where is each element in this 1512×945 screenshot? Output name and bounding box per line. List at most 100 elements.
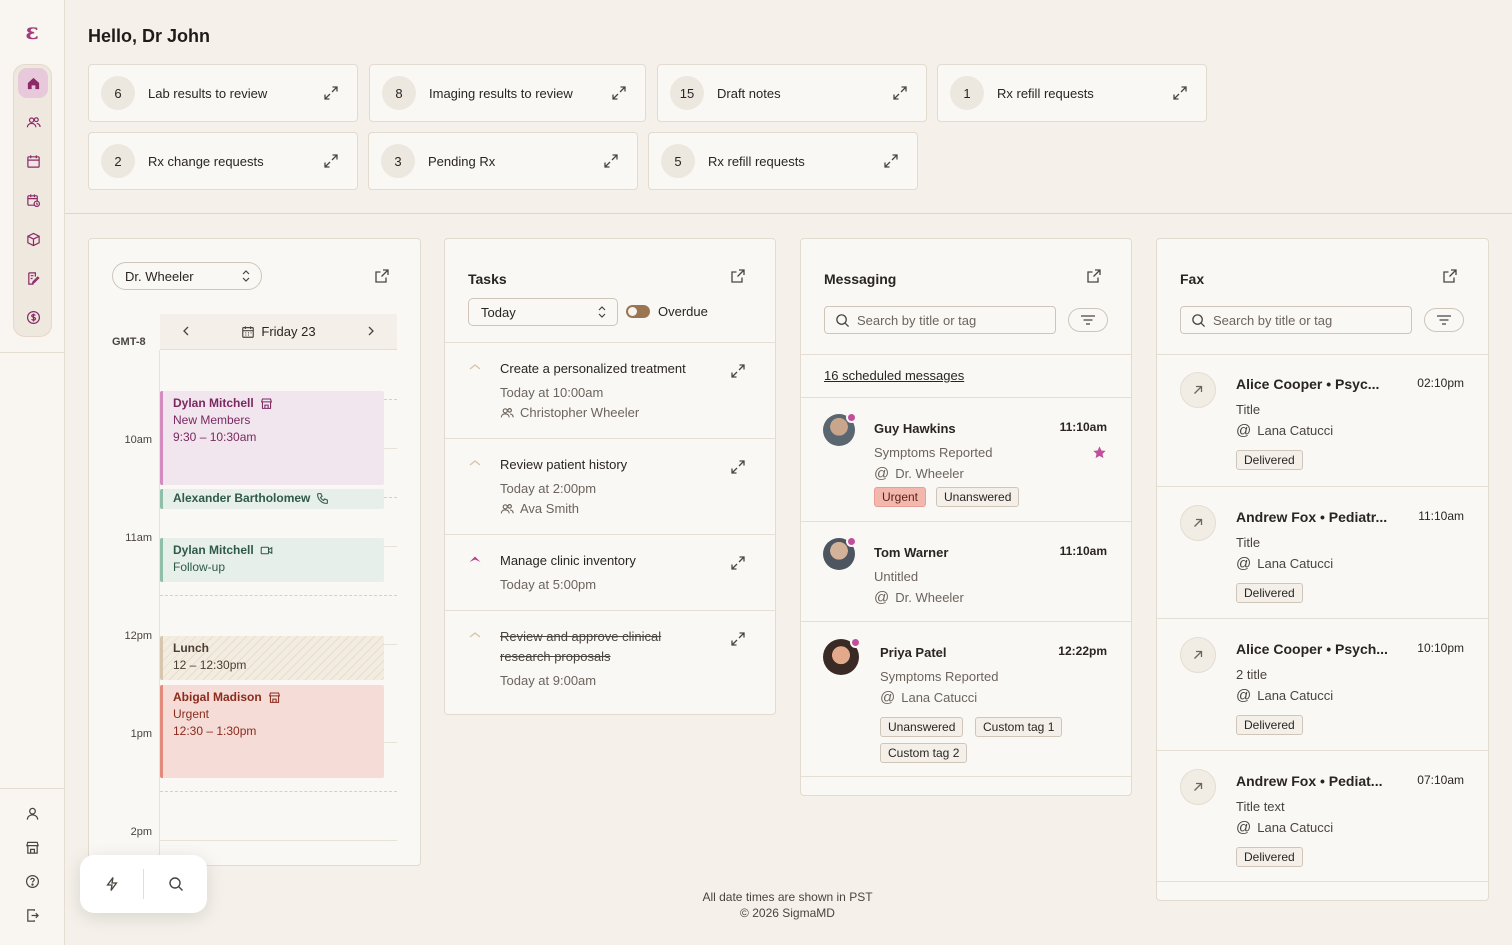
open-external-icon[interactable] <box>1086 268 1102 284</box>
sigmamd-logo-icon[interactable]: ε <box>20 20 44 44</box>
nav-profile[interactable] <box>20 801 44 825</box>
task-item[interactable]: Review patient history Today at 2:00pm A… <box>444 438 776 534</box>
priority-high-icon <box>469 556 481 562</box>
clipboard-pen-icon <box>27 271 40 285</box>
tasks-filter-value: Today <box>481 304 516 320</box>
users-icon <box>500 503 514 513</box>
messaging-search-input[interactable]: Search by title or tag <box>824 306 1056 334</box>
stat-pending-rx[interactable]: 3 Pending Rx <box>368 132 638 190</box>
star-icon[interactable] <box>1092 445 1107 460</box>
fax-sender: Andrew Fox • Pediatr... <box>1236 509 1388 525</box>
nav-clinic[interactable] <box>20 835 44 859</box>
calendar-event[interactable]: Dylan Mitchell Follow-up <box>160 538 384 582</box>
unanswered-tag: Unanswered <box>880 717 964 737</box>
task-item-completed[interactable]: Review and approve clinical research pro… <box>444 610 776 714</box>
fax-filter-button[interactable] <box>1424 308 1464 332</box>
search-icon <box>168 877 183 891</box>
global-search-button[interactable] <box>144 855 207 913</box>
current-date[interactable]: Friday 23 <box>261 324 315 339</box>
open-external-icon[interactable] <box>1442 268 1458 284</box>
task-due: Today at 10:00am <box>500 385 604 400</box>
expand-icon[interactable] <box>883 153 899 169</box>
tasks-filter-select[interactable]: Today <box>468 298 618 326</box>
at-icon: @ <box>874 589 890 606</box>
calendar-event-lunch[interactable]: Lunch 12 – 12:30pm <box>160 636 384 680</box>
expand-icon[interactable] <box>730 459 746 475</box>
overdue-toggle[interactable] <box>626 305 650 318</box>
quick-action-button[interactable] <box>80 855 143 913</box>
expand-icon[interactable] <box>323 85 339 101</box>
stat-imaging-results[interactable]: 8 Imaging results to review <box>369 64 646 122</box>
stat-count: 5 <box>661 144 695 178</box>
fax-sender: Andrew Fox • Pediat... <box>1236 773 1383 789</box>
stat-count: 8 <box>382 76 416 110</box>
nav-forms[interactable] <box>18 263 48 293</box>
hour-label: 12pm <box>124 630 152 642</box>
nav-inventory[interactable] <box>18 224 48 254</box>
task-title: Create a personalized treatment <box>500 361 686 376</box>
fax-item[interactable]: Andrew Fox • Pediat... 07:10am Title tex… <box>1156 750 1488 882</box>
at-icon: @ <box>1236 555 1252 572</box>
overdue-label: Overdue <box>658 304 708 319</box>
nav-logout[interactable] <box>20 903 44 927</box>
task-item[interactable]: Manage clinic inventory Today at 5:00pm <box>444 534 776 610</box>
message-item[interactable]: Guy Hawkins 11:10am Symptoms Reported @ D… <box>801 397 1131 521</box>
calendar-event[interactable]: Alexander Bartholomew <box>160 489 384 509</box>
fax-time: 10:10pm <box>1417 641 1464 655</box>
hour-label: 11am <box>125 532 152 544</box>
message-item[interactable]: Priya Patel 12:22pm Symptoms Reported @ L… <box>801 621 1131 777</box>
fax-time: 11:10am <box>1418 509 1464 523</box>
stat-rx-change[interactable]: 2 Rx change requests <box>88 132 358 190</box>
status-badge: Delivered <box>1236 450 1303 470</box>
stat-draft-notes[interactable]: 15 Draft notes <box>657 64 927 122</box>
task-item[interactable]: Create a personalized treatment Today at… <box>444 342 776 438</box>
stat-rx-refill[interactable]: 1 Rx refill requests <box>937 64 1207 122</box>
arrow-up-right-icon <box>1194 782 1203 791</box>
scheduled-messages-link[interactable]: 16 scheduled messages <box>824 368 964 383</box>
chevron-left-icon[interactable] <box>180 324 192 338</box>
custom-tag: Custom tag 1 <box>975 717 1063 737</box>
arrow-up-right-icon <box>1194 385 1203 394</box>
stat-count: 3 <box>381 144 415 178</box>
at-icon: @ <box>1236 687 1252 704</box>
chevron-right-icon[interactable] <box>365 324 377 338</box>
fax-subject: Title <box>1236 535 1261 550</box>
nav-calendar[interactable] <box>18 146 48 176</box>
nav-home[interactable] <box>18 68 48 98</box>
fax-item[interactable]: Alice Cooper • Psyc... 02:10pm Title @ La… <box>1156 354 1488 486</box>
stat-lab-results[interactable]: 6 Lab results to review <box>88 64 358 122</box>
expand-icon[interactable] <box>730 631 746 647</box>
stat-rx-refill-2[interactable]: 5 Rx refill requests <box>648 132 918 190</box>
message-item[interactable]: Tom Warner 11:10am Untitled @ Dr. Wheeler <box>801 521 1131 621</box>
filter-icon <box>1437 315 1451 325</box>
event-time: 12 – 12:30pm <box>173 658 247 672</box>
expand-icon[interactable] <box>892 85 908 101</box>
open-external-icon[interactable] <box>730 268 746 284</box>
user-icon <box>26 807 38 820</box>
fax-search-input[interactable]: Search by title or tag <box>1180 306 1412 334</box>
at-icon: @ <box>880 689 896 706</box>
expand-icon[interactable] <box>730 555 746 571</box>
sidebar: ε <box>0 0 65 945</box>
nav-schedule[interactable] <box>18 185 48 215</box>
nav-patients[interactable] <box>18 107 48 137</box>
expand-icon[interactable] <box>1172 85 1188 101</box>
recipient-name: Lana Catucci <box>1257 423 1334 438</box>
calendar-small-icon <box>241 325 255 339</box>
messaging-filter-button[interactable] <box>1068 308 1108 332</box>
half-hour-line <box>160 595 397 596</box>
fax-item[interactable]: Andrew Fox • Pediatr... 11:10am Title @ L… <box>1156 486 1488 618</box>
event-time: 12:30 – 1:30pm <box>173 724 257 738</box>
expand-icon[interactable] <box>323 153 339 169</box>
expand-icon[interactable] <box>730 363 746 379</box>
nav-billing[interactable] <box>18 302 48 332</box>
expand-icon[interactable] <box>603 153 619 169</box>
expand-icon[interactable] <box>611 85 627 101</box>
fax-item[interactable]: Alice Cooper • Psych... 10:10pm 2 title … <box>1156 618 1488 750</box>
open-external-icon[interactable] <box>374 268 390 284</box>
calendar-event[interactable]: Abigal Madison Urgent 12:30 – 1:30pm <box>160 685 384 778</box>
calendar-event[interactable]: Dylan Mitchell New Members 9:30 – 10:30a… <box>160 391 384 485</box>
provider-select[interactable]: Dr. Wheeler <box>112 262 262 290</box>
page-title: Hello, Dr John <box>88 26 211 46</box>
nav-help[interactable] <box>20 869 44 893</box>
